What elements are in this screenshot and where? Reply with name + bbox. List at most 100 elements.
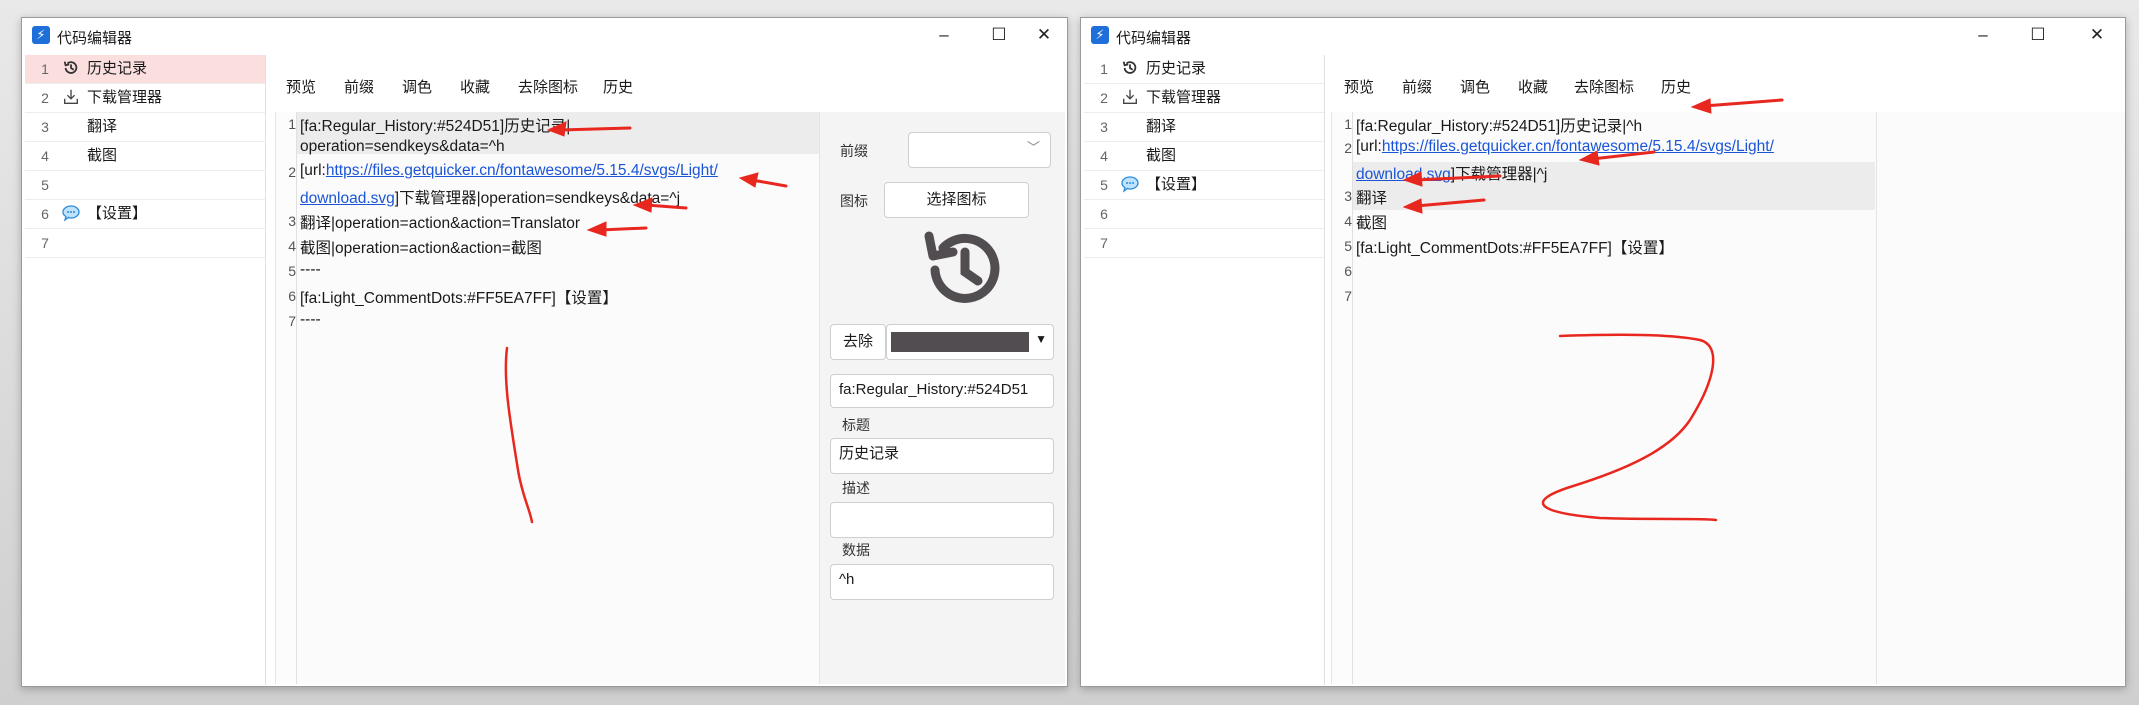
history-icon <box>61 59 81 79</box>
sidebar-item-screenshot[interactable]: 4 截图 <box>25 142 265 171</box>
sidebar-item-separator[interactable]: 7 <box>25 229 265 258</box>
sidebar-item-screenshot[interactable]: 4 截图 <box>1084 142 1324 171</box>
toolbar-history[interactable]: 历史 <box>1661 76 1691 97</box>
sidebar-item-translate[interactable]: 3 翻译 <box>25 113 265 142</box>
sidebar-item-label: 历史记录 <box>87 60 148 77</box>
icon-color-picker[interactable]: ▼ <box>886 324 1054 360</box>
sidebar-item-history[interactable]: 1 历史记录 <box>25 55 265 84</box>
sidebar-item-empty[interactable]: 6 <box>1084 200 1324 229</box>
color-swatch <box>891 332 1029 352</box>
sidebar-item-label: 截图 <box>87 147 118 164</box>
line-number: 4 <box>288 238 296 254</box>
window-title: 代码编辑器 <box>1116 30 1192 47</box>
sidebar-item-label: 翻译 <box>87 118 118 135</box>
code-line: operation=sendkeys&data=^h <box>300 138 505 155</box>
title-bar: ⚡ 代码编辑器 – ☐ ✕ <box>22 18 1067 52</box>
toolbar-prefix[interactable]: 前缀 <box>344 76 374 97</box>
choose-icon-button[interactable]: 选择图标 <box>884 182 1029 218</box>
toolbar-color[interactable]: 调色 <box>1460 76 1490 97</box>
line-gutter <box>276 112 297 684</box>
line-number: 5 <box>1100 177 1108 193</box>
code-line: [url:https://files.getquicker.cn/fontawe… <box>1356 138 1774 156</box>
minimize-button[interactable]: – <box>922 22 966 48</box>
line-number: 6 <box>1344 263 1352 279</box>
url-link[interactable]: download.svg <box>1356 166 1451 183</box>
toolbar-preview[interactable]: 预览 <box>1344 76 1374 97</box>
sidebar-item-settings[interactable]: 5 【设置】 <box>1084 171 1324 200</box>
minimize-button[interactable]: – <box>1961 22 2005 48</box>
url-link[interactable]: https://files.getquicker.cn/fontawesome/… <box>1382 138 1774 155</box>
close-button[interactable]: ✕ <box>2075 22 2119 48</box>
line-number: 1 <box>288 116 296 132</box>
code-editor[interactable]: 1 2 3 4 5 6 7 [fa:Regular_History:#524D5… <box>275 112 819 684</box>
app-logo-icon: ⚡ <box>32 26 50 44</box>
prefix-select[interactable]: ﹀ <box>908 132 1051 168</box>
line-number: 6 <box>288 288 296 304</box>
sidebar-item-history[interactable]: 1 历史记录 <box>1084 55 1324 84</box>
download-icon <box>61 88 81 108</box>
toolbar-color[interactable]: 调色 <box>402 76 432 97</box>
line-number: 3 <box>41 119 49 135</box>
toolbar-history[interactable]: 历史 <box>603 76 633 97</box>
toolbar-favorites[interactable]: 收藏 <box>1518 76 1548 97</box>
icon-label: 图标 <box>840 193 868 209</box>
sidebar-item-label: 下载管理器 <box>87 89 163 106</box>
line-number: 4 <box>1100 148 1108 164</box>
maximize-button[interactable]: ☐ <box>977 22 1021 48</box>
comment-dots-icon <box>61 204 81 224</box>
chevron-down-icon: ﹀ <box>1026 140 1040 155</box>
sidebar-item-label: 下载管理器 <box>1146 89 1222 106</box>
toolbar-prefix[interactable]: 前缀 <box>1402 76 1432 97</box>
close-button[interactable]: ✕ <box>1022 22 1066 48</box>
title-label: 标题 <box>842 417 870 433</box>
line-number: 6 <box>41 206 49 222</box>
toolbar-remove-icon[interactable]: 去除图标 <box>1574 76 1634 97</box>
url-link[interactable]: https://files.getquicker.cn/fontawesome/… <box>326 162 718 179</box>
code-line: ---- <box>300 311 321 328</box>
line-number: 3 <box>288 213 296 229</box>
sidebar-item-separator[interactable]: 5 <box>25 171 265 200</box>
code-line: ---- <box>300 261 321 278</box>
code-line: [fa:Regular_History:#524D51]历史记录| <box>300 118 571 135</box>
sidebar-item-settings[interactable]: 6 【设置】 <box>25 200 265 229</box>
sidebar-item-label: 【设置】 <box>87 205 148 222</box>
properties-panel: 前缀 ﹀ 图标 选择图标 去除 ▼ fa:Regular_History:#52… <box>819 112 1065 684</box>
icon-value-field[interactable]: fa:Regular_History:#524D51 <box>830 374 1054 408</box>
data-field[interactable]: ^h <box>830 564 1054 600</box>
line-number: 6 <box>1100 206 1108 222</box>
sidebar-item-empty[interactable]: 7 <box>1084 229 1324 258</box>
description-field[interactable] <box>830 502 1054 538</box>
dropdown-arrow-icon: ▼ <box>1035 332 1047 346</box>
code-line: [fa:Light_CommentDots:#FF5EA7FF]【设置】 <box>300 290 618 307</box>
sidebar-item-download[interactable]: 2 下载管理器 <box>25 84 265 113</box>
line-number: 7 <box>41 235 49 251</box>
code-editor[interactable]: 1 2 3 4 5 6 7 [fa:Regular_History:#524D5… <box>1331 112 2125 684</box>
sidebar-item-download[interactable]: 2 下载管理器 <box>1084 84 1324 113</box>
window-title: 代码编辑器 <box>57 30 133 47</box>
url-link[interactable]: download.svg <box>300 190 395 207</box>
line-number: 2 <box>1100 90 1108 106</box>
toolbar-remove-icon[interactable]: 去除图标 <box>518 76 578 97</box>
download-icon <box>1120 88 1140 108</box>
sidebar-item-translate[interactable]: 3 翻译 <box>1084 113 1324 142</box>
line-number: 4 <box>1344 213 1352 229</box>
line-number: 7 <box>1100 235 1108 251</box>
code-line: download.svg]下载管理器|operation=sendkeys&da… <box>300 186 680 208</box>
code-editor-window-2: ⚡ 代码编辑器 – ☐ ✕ 1 历史记录 2 下载管理器 3 翻译 4 截图 5… <box>1080 17 2126 687</box>
line-number: 2 <box>41 90 49 106</box>
current-line-highlight <box>1353 186 1875 210</box>
comment-dots-icon <box>1120 175 1140 195</box>
line-number: 5 <box>41 177 49 193</box>
remove-icon-button[interactable]: 去除 <box>830 324 886 360</box>
code-line: [url:https://files.getquicker.cn/fontawe… <box>300 162 718 180</box>
maximize-button[interactable]: ☐ <box>2016 22 2060 48</box>
code-line: 截图|operation=action&action=截图 <box>300 240 542 257</box>
title-field[interactable]: 历史记录 <box>830 438 1054 474</box>
toolbar-preview[interactable]: 预览 <box>286 76 316 97</box>
editor-margin-line <box>1876 112 1877 684</box>
code-line: 翻译 <box>1356 190 1388 207</box>
toolbar-favorites[interactable]: 收藏 <box>460 76 490 97</box>
sidebar: 1 历史记录 2 下载管理器 3 翻译 4 截图 5 6 【设置】 7 <box>25 55 266 685</box>
sidebar-item-label: 截图 <box>1146 147 1177 164</box>
code-line: [fa:Light_CommentDots:#FF5EA7FF]【设置】 <box>1356 240 1674 257</box>
